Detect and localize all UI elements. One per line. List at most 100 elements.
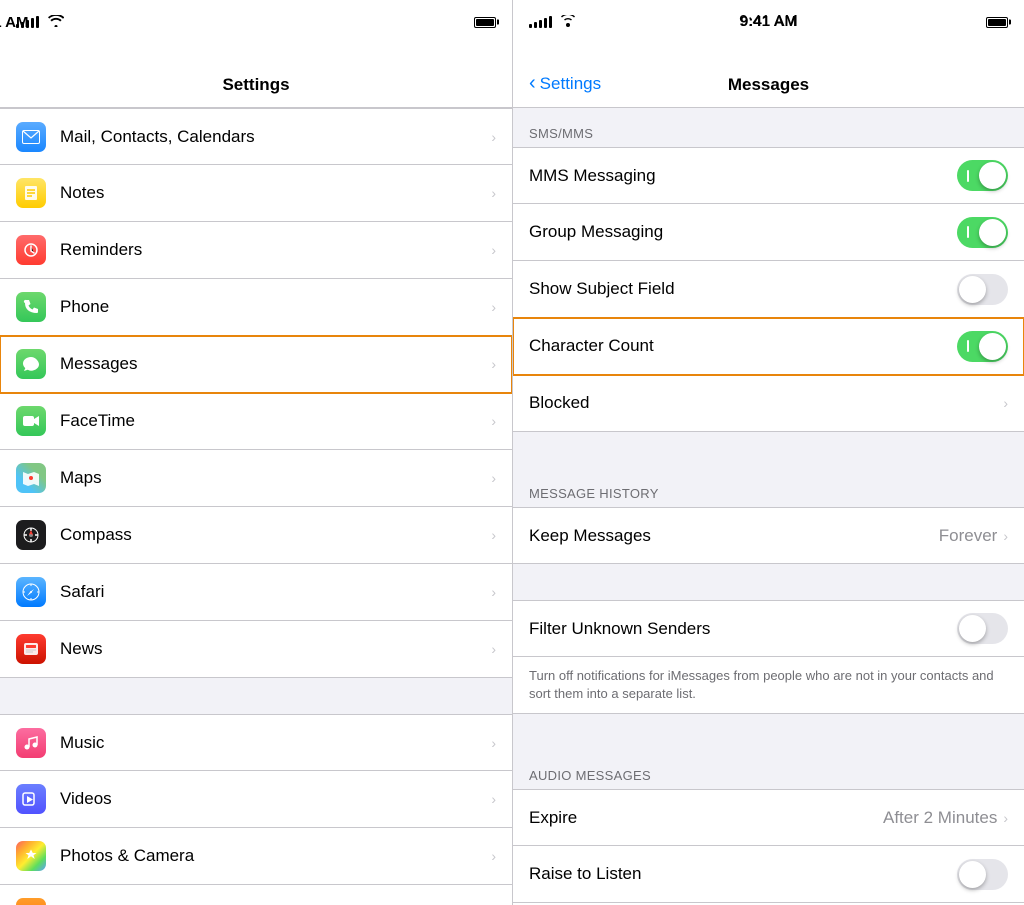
mms-messaging-label: MMS Messaging <box>529 166 957 186</box>
notes-label: Notes <box>60 183 491 203</box>
left-nav-title: Settings <box>222 75 289 95</box>
reminders-chevron: › <box>491 242 496 258</box>
smsmms-header: SMS/MMS <box>513 108 1024 147</box>
character-count-label: Character Count <box>529 336 957 356</box>
right-panel: 9:41 AM 9:41 AM ‹ Settings Messages SMS/… <box>512 0 1024 905</box>
notes-icon <box>16 178 46 208</box>
signal-bars <box>16 16 39 28</box>
keep-messages-value: Forever <box>939 526 998 546</box>
show-subject-toggle[interactable] <box>957 274 1008 305</box>
settings-item-messages[interactable]: Messages › <box>0 336 512 393</box>
compass-chevron: › <box>491 527 496 543</box>
signal-area <box>16 15 64 30</box>
music-icon <box>16 728 46 758</box>
videos-label: Videos <box>60 789 491 809</box>
compass-label: Compass <box>60 525 491 545</box>
reminders-icon <box>16 235 46 265</box>
messages-icon <box>16 349 46 379</box>
bar1 <box>16 24 19 28</box>
photos-icon <box>16 841 46 871</box>
gap1 <box>513 432 1024 468</box>
back-button[interactable]: ‹ Settings <box>529 72 601 95</box>
section-divider <box>0 678 512 714</box>
videos-icon <box>16 784 46 814</box>
message-history-header: MESSAGE HISTORY <box>513 468 1024 507</box>
settings-item-ibooks[interactable]: iBooks › <box>0 885 512 905</box>
keep-messages-row[interactable]: Keep Messages Forever › <box>513 507 1024 564</box>
settings-item-photos[interactable]: Photos & Camera › <box>0 828 512 885</box>
right-nav-bar: ‹ Settings Messages <box>513 44 1024 108</box>
raise-to-listen-row[interactable]: Raise to Listen <box>513 846 1024 903</box>
photos-chevron: › <box>491 848 496 864</box>
keep-messages-label: Keep Messages <box>529 526 939 546</box>
settings-item-news[interactable]: News › <box>0 621 512 678</box>
mail-chevron: › <box>491 129 496 145</box>
notes-chevron: › <box>491 185 496 201</box>
battery-tip <box>497 20 499 25</box>
blocked-label: Blocked <box>529 393 1003 413</box>
settings-item-phone[interactable]: Phone › <box>0 279 512 336</box>
facetime-icon <box>16 406 46 436</box>
phone-chevron: › <box>491 299 496 315</box>
settings-item-reminders[interactable]: Reminders › <box>0 222 512 279</box>
settings-item-music[interactable]: Music › <box>0 714 512 771</box>
bar5 <box>36 16 39 28</box>
left-panel: 9:41 AM Settings Mail, Contacts, Calenda… <box>0 0 512 905</box>
settings-item-notes[interactable]: Notes › <box>0 165 512 222</box>
mms-messaging-line <box>967 170 969 182</box>
gap2 <box>513 564 1024 600</box>
expire-chevron: › <box>1003 810 1008 826</box>
settings-section-1: Mail, Contacts, Calendars › Notes › Remi… <box>0 108 512 678</box>
videos-chevron: › <box>491 791 496 807</box>
group-messaging-toggle[interactable] <box>957 217 1008 248</box>
bar3 <box>26 20 29 28</box>
right-battery-icon <box>986 17 1008 28</box>
mms-messaging-toggle[interactable] <box>957 160 1008 191</box>
character-count-row[interactable]: Character Count <box>513 318 1024 375</box>
messages-chevron: › <box>491 356 496 372</box>
filter-unknown-toggle[interactable] <box>957 613 1008 644</box>
left-status-bar: 9:41 AM <box>0 0 512 44</box>
photos-label: Photos & Camera <box>60 846 491 866</box>
audio-messages-header: AUDIO MESSAGES <box>513 750 1024 789</box>
expire-row[interactable]: Expire After 2 Minutes › <box>513 789 1024 846</box>
group-messaging-label: Group Messaging <box>529 222 957 242</box>
filter-unknown-description: Turn off notifications for iMessages fro… <box>513 657 1024 714</box>
character-count-thumb <box>979 333 1006 360</box>
news-chevron: › <box>491 641 496 657</box>
right-time-display: 9:41 AM <box>513 13 1024 31</box>
news-label: News <box>60 639 491 659</box>
keep-messages-chevron: › <box>1003 528 1008 544</box>
facetime-label: FaceTime <box>60 411 491 431</box>
raise-to-listen-toggle[interactable] <box>957 859 1008 890</box>
music-chevron: › <box>491 735 496 751</box>
expire-value: After 2 Minutes <box>883 808 997 828</box>
show-subject-row[interactable]: Show Subject Field <box>513 261 1024 318</box>
expire-label: Expire <box>529 808 883 828</box>
filter-unknown-label: Filter Unknown Senders <box>529 619 957 639</box>
group-messaging-thumb <box>979 219 1006 246</box>
ibooks-icon <box>16 898 46 905</box>
filter-unknown-row[interactable]: Filter Unknown Senders <box>513 600 1024 657</box>
left-settings-list[interactable]: Mail, Contacts, Calendars › Notes › Remi… <box>0 108 512 905</box>
settings-item-mail[interactable]: Mail, Contacts, Calendars › <box>0 108 512 165</box>
settings-item-facetime[interactable]: FaceTime › <box>0 393 512 450</box>
group-messaging-row[interactable]: Group Messaging <box>513 204 1024 261</box>
settings-section-2: Music › Videos › Photos & Camera › <box>0 714 512 905</box>
settings-item-compass[interactable]: Compass › <box>0 507 512 564</box>
blocked-row[interactable]: Blocked › <box>513 375 1024 432</box>
raise-to-listen-label: Raise to Listen <box>529 864 957 884</box>
show-subject-label: Show Subject Field <box>529 279 957 299</box>
back-chevron-icon: ‹ <box>529 72 536 95</box>
settings-item-videos[interactable]: Videos › <box>0 771 512 828</box>
back-label: Settings <box>540 74 601 94</box>
right-nav-title: Messages <box>728 75 809 95</box>
raise-to-listen-thumb <box>959 861 986 888</box>
character-count-toggle[interactable] <box>957 331 1008 362</box>
settings-item-maps[interactable]: Maps › <box>0 450 512 507</box>
settings-item-safari[interactable]: Safari › <box>0 564 512 621</box>
mms-messaging-row[interactable]: MMS Messaging <box>513 147 1024 204</box>
mms-messaging-thumb <box>979 162 1006 189</box>
group-messaging-line <box>967 226 969 238</box>
music-label: Music <box>60 733 491 753</box>
